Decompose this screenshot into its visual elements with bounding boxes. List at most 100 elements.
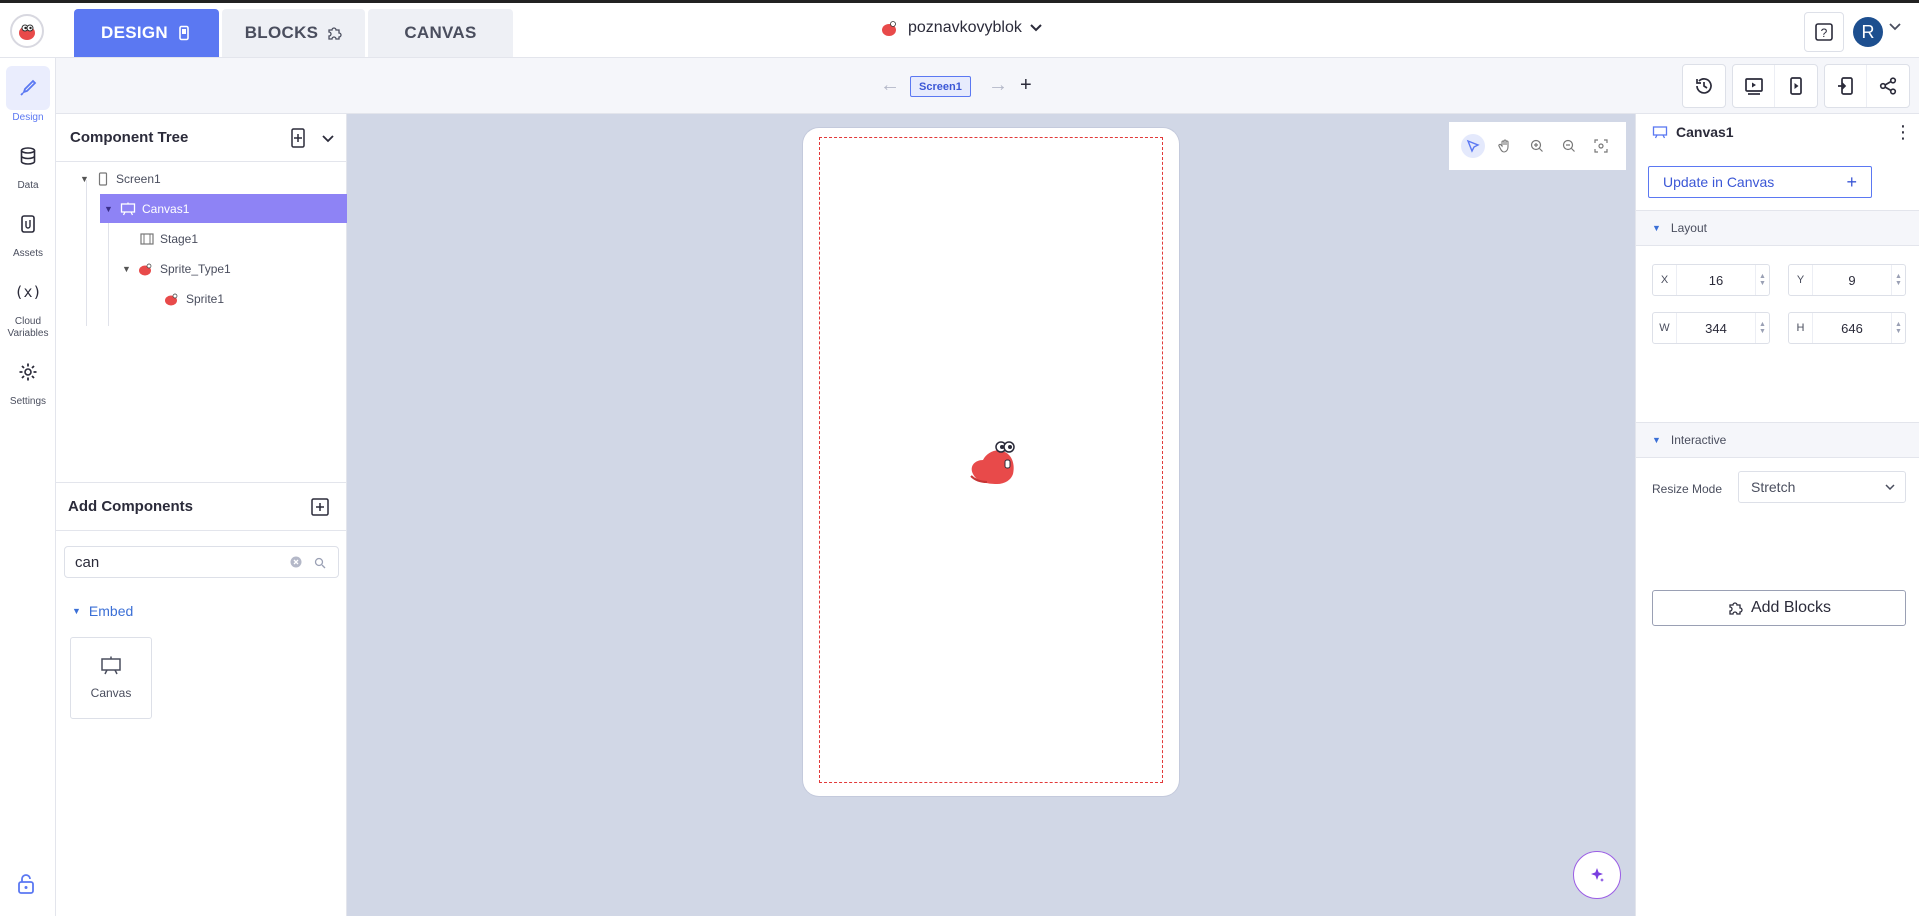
tab-canvas[interactable]: CANVAS [368,9,513,57]
svg-text:?: ? [1821,26,1828,40]
canvas-tools [1449,122,1626,170]
tree-node-label: Canvas1 [142,201,190,216]
history-button[interactable] [1683,65,1725,107]
export-icon [1837,77,1853,95]
rail-label-data: Data [17,180,39,191]
tab-design[interactable]: DESIGN [74,9,219,57]
y-field[interactable]: Y 9 ▲ ▼ [1788,264,1906,296]
rail-item-data[interactable]: Data [4,134,52,192]
expand-caret-icon[interactable]: ▼ [122,264,132,274]
sparkle-icon [1591,868,1604,882]
w-stepper[interactable]: ▲ ▼ [1755,313,1769,343]
w-field-value[interactable]: 344 [1677,321,1755,336]
design-workspace[interactable] [347,114,1635,916]
avatar-chevron-down-icon[interactable] [1889,23,1901,31]
share-group [1824,64,1910,108]
h-field-label: H [1789,313,1813,343]
add-screen-icon[interactable] [289,128,307,148]
y-field-value[interactable]: 9 [1813,273,1891,288]
sprite-character[interactable] [967,438,1023,486]
resize-mode-select[interactable]: Stretch [1738,471,1906,503]
x-field[interactable]: X 16 ▲ ▼ [1652,264,1770,296]
add-screen-icon[interactable]: + [1020,74,1032,97]
update-in-canvas-label: Update in Canvas [1663,174,1775,190]
stage-icon [140,232,154,245]
tree-node-screen1[interactable]: ▼ Screen1 [80,164,347,193]
puzzle-icon [1729,602,1743,615]
component-card-canvas[interactable]: Canvas [70,637,152,719]
x-stepper[interactable]: ▲ ▼ [1755,265,1769,295]
search-value: can [75,553,100,571]
h-field[interactable]: H 646 ▲ ▼ [1788,312,1906,344]
y-field-label: Y [1789,265,1813,295]
component-panel: Component Tree ▼ Screen1 ▼ Canvas1 Stage… [56,114,347,916]
w-field-label: W [1653,313,1677,343]
next-screen-icon[interactable]: → [988,74,1008,97]
component-tree-header: Component Tree [56,114,347,162]
tab-design-label: DESIGN [101,23,168,42]
more-options-icon[interactable]: ⋮ [1894,123,1912,141]
canvas-component[interactable] [819,137,1163,783]
update-in-canvas-button[interactable]: Update in Canvas + [1648,166,1872,198]
expand-caret-icon: ▼ [72,606,81,616]
search-icon [314,557,326,569]
select-tool[interactable] [1461,134,1485,158]
prev-screen-icon[interactable]: ← [880,74,900,97]
tree-guide-line [108,210,109,326]
rail-item-assets[interactable]: Assets [4,202,52,260]
zoom-in-tool[interactable] [1525,134,1549,158]
tab-blocks[interactable]: BLOCKS [222,9,365,57]
add-component-icon[interactable] [311,498,329,516]
lock-button[interactable] [16,873,36,900]
tree-node-stage1[interactable]: Stage1 [140,224,347,253]
component-card-label: Canvas [90,686,132,700]
rail-item-settings[interactable]: Settings [4,350,52,408]
w-field[interactable]: W 344 ▲ ▼ [1652,312,1770,344]
x-field-value[interactable]: 16 [1677,273,1755,288]
tree-guide-line [86,180,87,326]
expand-caret-icon[interactable]: ▼ [80,174,90,184]
add-blocks-button[interactable]: Add Blocks [1652,590,1906,626]
resize-mode-value: Stretch [1751,479,1796,495]
avatar[interactable]: R [1853,17,1883,47]
pan-tool[interactable] [1493,134,1517,158]
component-search-input[interactable]: can [64,546,339,578]
plus-icon: + [1846,171,1857,192]
properties-panel: Canvas1 ⋮ Update in Canvas + ▼ Layout X … [1635,114,1919,916]
h-field-value[interactable]: 646 [1813,321,1891,336]
clear-search-icon[interactable] [290,556,302,568]
preview-button[interactable] [1733,65,1775,107]
export-button[interactable] [1825,65,1867,107]
tree-node-sprite-type1[interactable]: ▼ Sprite_Type1 [122,254,347,283]
share-button[interactable] [1867,65,1909,107]
help-button[interactable]: ? [1804,12,1844,52]
tree-node-canvas1[interactable]: ▼ Canvas1 [100,194,347,223]
screen-selector[interactable]: Screen1 [910,76,971,97]
ai-assistant-button[interactable] [1573,851,1621,899]
h-stepper[interactable]: ▲ ▼ [1891,313,1905,343]
zoom-out-icon [1562,139,1575,152]
collapse-chevron-icon[interactable] [322,135,334,143]
zoom-out-tool[interactable] [1557,134,1581,158]
category-label: Embed [88,603,134,619]
gear-icon [19,363,37,381]
layout-section-header[interactable]: ▼ Layout [1636,210,1919,246]
device-preview-button[interactable] [1775,65,1817,107]
properties-title: Canvas1 [1652,124,1734,140]
component-tree-title: Component Tree [70,129,189,146]
sprite-icon [165,293,178,305]
tree-node-sprite1[interactable]: Sprite1 [164,284,347,313]
expand-caret-icon[interactable]: ▼ [104,204,114,214]
y-stepper[interactable]: ▲ ▼ [1891,265,1905,295]
interactive-section-header[interactable]: ▼ Interactive [1636,422,1919,458]
history-icon [1696,78,1712,94]
project-name: poznavkovyblok [908,19,1022,36]
rail-label-design: Design [12,112,44,123]
hand-icon [1498,139,1509,153]
fit-tool[interactable] [1589,134,1613,158]
app-logo[interactable] [10,14,44,48]
category-embed[interactable]: ▼ Embed [72,603,133,619]
project-selector[interactable]: poznavkovyblok [880,19,1042,37]
rail-item-cloud-variables[interactable]: (x) Cloud Variables [4,270,52,340]
rail-item-design[interactable]: Design [4,66,52,124]
